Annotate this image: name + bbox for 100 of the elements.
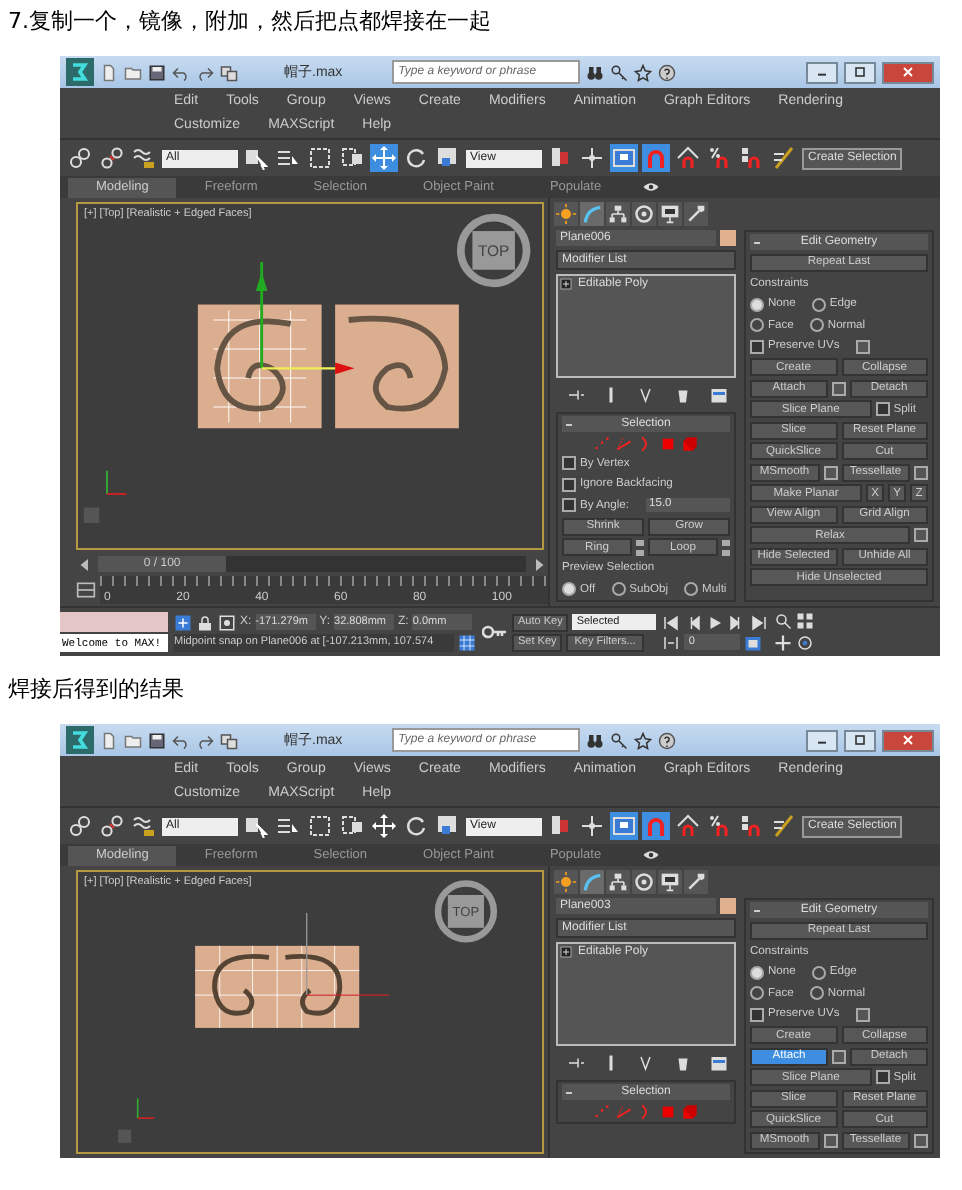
checkbox[interactable] — [562, 456, 576, 470]
align-icon[interactable] — [578, 812, 606, 840]
object-color-swatch[interactable] — [720, 230, 736, 246]
checkbox[interactable] — [875, 402, 890, 416]
object-color-swatch[interactable] — [720, 898, 736, 914]
search-icon[interactable] — [586, 731, 605, 749]
spinner-snap-icon[interactable] — [738, 144, 766, 172]
search-icon[interactable] — [586, 63, 605, 81]
settings-button[interactable] — [914, 528, 928, 542]
ribbon-options-icon[interactable] — [641, 178, 660, 196]
key-icon[interactable] — [610, 63, 629, 81]
minimize-button[interactable] — [806, 61, 838, 83]
link-icon[interactable] — [66, 812, 94, 840]
maximize-button[interactable] — [844, 61, 876, 83]
expand-icon[interactable] — [560, 278, 572, 290]
redo-icon[interactable] — [196, 731, 214, 749]
percent-snap-icon[interactable] — [706, 812, 734, 840]
motion-tab[interactable] — [632, 202, 656, 226]
time-config-icon[interactable] — [744, 633, 763, 651]
undo-icon[interactable] — [172, 63, 190, 81]
unlink-icon[interactable] — [98, 144, 126, 172]
settings-button[interactable] — [832, 1049, 846, 1063]
save-icon[interactable] — [148, 731, 166, 749]
create-tab[interactable] — [554, 202, 578, 226]
view-cube-icon[interactable] — [434, 880, 498, 943]
checkbox[interactable] — [750, 1007, 764, 1021]
redo-icon[interactable] — [196, 63, 214, 81]
expand-icon[interactable] — [560, 946, 572, 958]
isolate-icon[interactable] — [174, 613, 192, 631]
help-icon[interactable] — [658, 63, 677, 81]
radio-button[interactable] — [809, 986, 824, 1000]
pin-icon[interactable] — [565, 1054, 583, 1072]
zoom-icon[interactable] — [774, 612, 793, 630]
rotate-icon[interactable] — [402, 812, 430, 840]
settings-button[interactable] — [914, 465, 928, 479]
spinner-arrows-icon[interactable] — [636, 539, 644, 555]
grid-icon[interactable] — [458, 633, 476, 651]
checkbox[interactable] — [875, 1070, 890, 1084]
radio-button[interactable] — [611, 582, 626, 596]
spinner-arrows-icon[interactable] — [722, 539, 730, 555]
crossing-icon[interactable] — [338, 812, 366, 840]
new-file-icon[interactable] — [100, 731, 118, 749]
angle-snap-icon[interactable] — [674, 812, 702, 840]
lock-icon[interactable] — [196, 613, 214, 631]
rotate-icon[interactable] — [402, 144, 430, 172]
maximize-button[interactable] — [844, 729, 876, 751]
close-button[interactable] — [882, 61, 934, 83]
radio-button[interactable] — [811, 297, 826, 311]
folder-icon[interactable] — [124, 731, 142, 749]
modify-tab[interactable] — [580, 870, 604, 894]
utilities-tab[interactable] — [684, 202, 708, 226]
view-cube-icon[interactable] — [456, 213, 531, 288]
folder-icon[interactable] — [124, 63, 142, 81]
help-icon[interactable] — [658, 731, 677, 749]
go-end-icon[interactable] — [750, 613, 769, 631]
remove-icon[interactable] — [673, 1054, 691, 1072]
checkbox[interactable] — [562, 477, 576, 491]
settings-button[interactable] — [914, 1133, 928, 1147]
spinner-snap-icon[interactable] — [738, 812, 766, 840]
star-icon[interactable] — [634, 63, 653, 81]
star-icon[interactable] — [634, 731, 653, 749]
key-icon[interactable] — [610, 731, 629, 749]
scale-icon[interactable] — [434, 144, 462, 172]
app-logo-icon[interactable] — [66, 726, 94, 754]
display-tab[interactable] — [658, 870, 682, 894]
radio-button[interactable] — [750, 297, 764, 311]
scale-icon[interactable] — [434, 812, 462, 840]
checkbox[interactable] — [750, 339, 764, 353]
align-icon[interactable] — [578, 144, 606, 172]
pin-icon[interactable] — [565, 386, 583, 404]
modify-tab[interactable] — [580, 202, 604, 226]
motion-tab[interactable] — [632, 870, 656, 894]
trackbar-icon[interactable] — [76, 580, 96, 600]
region-icon[interactable] — [306, 144, 334, 172]
link-icon[interactable] — [66, 144, 94, 172]
ribbon-options-icon[interactable] — [641, 846, 660, 864]
settings-button[interactable] — [823, 465, 837, 479]
script-listener-field[interactable] — [60, 612, 168, 632]
display-tab[interactable] — [658, 202, 682, 226]
select-icon[interactable] — [242, 144, 270, 172]
new-file-icon[interactable] — [100, 63, 118, 81]
crossing-icon[interactable] — [338, 144, 366, 172]
configure-icon[interactable] — [709, 1054, 727, 1072]
go-start-icon[interactable] — [662, 613, 681, 631]
utilities-tab[interactable] — [684, 870, 708, 894]
hierarchy-tab[interactable] — [606, 870, 630, 894]
undo-icon[interactable] — [172, 731, 190, 749]
checkbox[interactable] — [562, 498, 576, 512]
radio-button[interactable] — [683, 582, 698, 596]
angle-snap-icon[interactable] — [674, 144, 702, 172]
bind-icon[interactable] — [130, 812, 158, 840]
settings-button[interactable] — [855, 1007, 870, 1021]
app-logo-icon[interactable] — [66, 58, 94, 86]
select-icon[interactable] — [242, 812, 270, 840]
unlink-icon[interactable] — [98, 812, 126, 840]
remove-icon[interactable] — [673, 386, 691, 404]
bind-icon[interactable] — [130, 144, 158, 172]
radio-button[interactable] — [750, 318, 764, 332]
configure-icon[interactable] — [709, 386, 727, 404]
key-icon[interactable] — [482, 620, 506, 644]
